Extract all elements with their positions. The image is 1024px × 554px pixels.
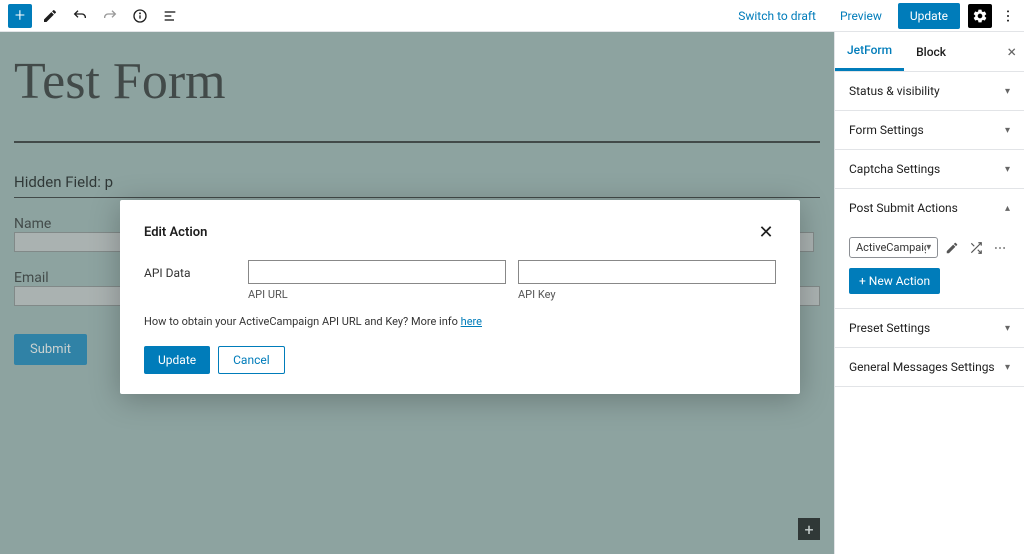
chevron-down-icon: ▾ [1005,125,1010,136]
chevron-up-icon: ▴ [1005,203,1010,214]
chevron-down-icon: ▾ [1005,164,1010,175]
new-action-button[interactable]: + New Action [849,268,940,294]
add-block-button[interactable]: + [8,4,32,28]
settings-sidebar: JetForm Block × Status & visibility ▾ Fo… [834,32,1024,554]
topbar-right-actions: Switch to draft Preview Update [730,3,1016,29]
api-key-input[interactable] [518,260,776,284]
chevron-down-icon: ▾ [926,242,931,253]
tab-block[interactable]: Block [904,32,958,71]
close-sidebar-icon[interactable]: × [1007,42,1016,61]
panel-form-settings[interactable]: Form Settings ▾ [835,111,1024,150]
api-data-label: API Data [144,260,236,280]
sidebar-tabbar: JetForm Block × [835,32,1024,72]
outline-icon[interactable] [158,4,182,28]
edit-action-modal: Edit Action ✕ API Data API URL API Key H… [120,200,800,394]
panel-label: Preset Settings [849,321,930,335]
chevron-down-icon: ▾ [1005,362,1010,373]
pencil-icon[interactable] [942,238,962,258]
tab-jetform[interactable]: JetForm [835,32,904,71]
settings-gear-icon[interactable] [968,4,992,28]
update-top-button[interactable]: Update [898,3,960,29]
api-info-text: How to obtain your ActiveCampaign API UR… [144,315,776,328]
panel-captcha-settings[interactable]: Captcha Settings ▾ [835,150,1024,189]
chevron-down-icon: ▾ [1005,86,1010,97]
panel-label: General Messages Settings [849,360,995,374]
api-url-sublabel: API URL [248,288,506,301]
modal-title: Edit Action [144,225,207,240]
panel-label: Status & visibility [849,84,940,98]
post-submit-panel-body: ActiveCampaig ▾ + New Action [835,227,1024,309]
more-menu-icon[interactable] [1000,4,1016,28]
api-info-link[interactable]: here [461,315,482,328]
topbar-left-tools: + [8,4,182,28]
panel-label: Form Settings [849,123,924,137]
panel-label: Post Submit Actions [849,201,958,215]
undo-icon[interactable] [68,4,92,28]
modal-update-button[interactable]: Update [144,346,210,374]
info-icon[interactable] [128,4,152,28]
chevron-down-icon: ▾ [1005,323,1010,334]
panel-label: Captcha Settings [849,162,940,176]
action-row: ActiveCampaig ▾ [849,237,1010,258]
panel-preset-settings[interactable]: Preset Settings ▾ [835,309,1024,348]
more-dots-icon[interactable] [990,238,1010,258]
shuffle-icon[interactable] [966,238,986,258]
panel-post-submit-actions[interactable]: Post Submit Actions ▴ [835,189,1024,227]
modal-close-icon[interactable]: ✕ [756,222,776,242]
api-key-sublabel: API Key [518,288,776,301]
panel-status-visibility[interactable]: Status & visibility ▾ [835,72,1024,111]
panel-general-messages[interactable]: General Messages Settings ▾ [835,348,1024,387]
action-type-select[interactable]: ActiveCampaig ▾ [849,237,938,258]
redo-icon[interactable] [98,4,122,28]
modal-cancel-button[interactable]: Cancel [218,346,285,374]
editor-topbar: + Switch to draft Preview Update [0,0,1024,32]
preview-link[interactable]: Preview [832,5,890,27]
switch-to-draft-link[interactable]: Switch to draft [730,5,824,27]
api-url-input[interactable] [248,260,506,284]
edit-mode-icon[interactable] [38,4,62,28]
